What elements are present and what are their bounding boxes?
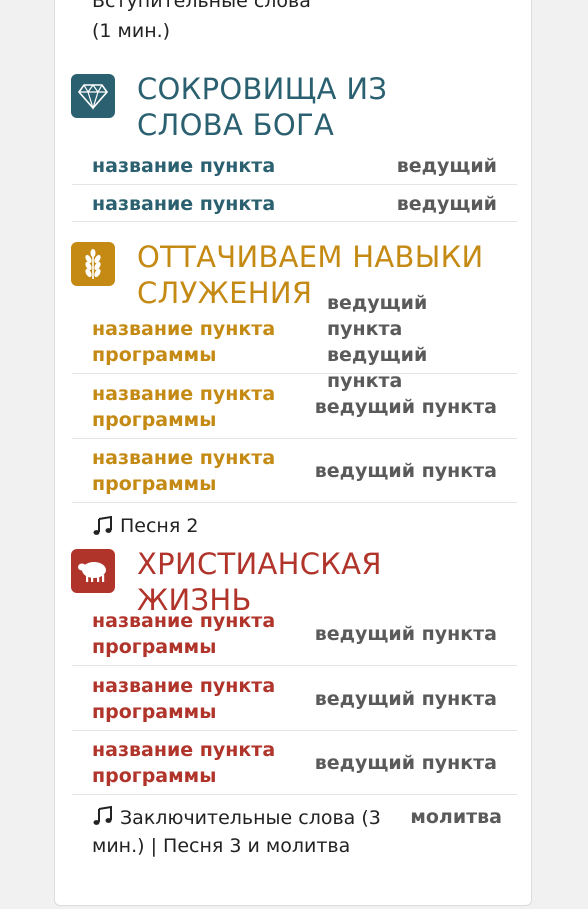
closing-row: Заключительные слова (3 мин.) | Песня 3 … <box>92 804 502 860</box>
program-host: ведущий пункта <box>314 687 497 710</box>
section-title-treasures: СОКРОВИЩА ИЗ СЛОВА БОГА <box>137 72 388 142</box>
table-row: название пункта программы ведущий пункта <box>72 667 517 731</box>
music-note-icon <box>93 805 112 825</box>
table-row: название пункта программы ведущий пункта <box>72 732 517 795</box>
program-item: название пункта программы <box>92 382 276 431</box>
program-host: ведущий пункта <box>314 460 497 482</box>
program-item: название пункта программы <box>92 609 276 658</box>
program-item: название пункта программы <box>92 317 276 366</box>
song-middle-label: Песня 2 <box>120 515 199 537</box>
program-host: ведущий <box>396 192 497 215</box>
program-host: ведущий пункта <box>314 622 497 645</box>
table-row: название пункта программы ведущий пункта… <box>72 292 517 392</box>
program-host: ведущий пункта <box>314 395 497 418</box>
intro-duration: (1 мин.) <box>92 20 171 42</box>
table-row: название пункта программы ведущий пункта <box>72 602 517 666</box>
program-item: название пункта программы <box>92 674 276 723</box>
closing-host: молитва <box>410 806 502 828</box>
diamond-icon <box>71 74 115 118</box>
table-row: название пункта ведущий <box>72 186 517 222</box>
program-host: ведущий пункта <box>314 752 497 774</box>
closing-text-block: Заключительные слова (3 мин.) | Песня 3 … <box>92 804 382 860</box>
music-note-icon <box>93 515 112 535</box>
intro-text: Вступительные слова (1 мин.) <box>92 0 352 46</box>
sheep-icon <box>71 549 115 593</box>
program-item: название пункта <box>92 192 276 215</box>
closing-text: Заключительные слова (3 мин.) | Песня 3 … <box>92 807 381 857</box>
table-row: название пункта программы ведущий пункта <box>72 440 517 503</box>
program-host: ведущий <box>396 154 497 177</box>
program-item: название пункта программы <box>92 447 276 495</box>
wheat-icon <box>71 242 115 286</box>
table-row: название пункта программы ведущий пункта <box>72 375 517 439</box>
song-middle: Песня 2 <box>92 513 198 539</box>
program-item: название пункта программы <box>92 739 276 787</box>
intro-line1: Вступительные слова <box>92 0 311 12</box>
section-treasures-header: СОКРОВИЩА ИЗ СЛОВА БОГА <box>71 71 497 143</box>
program-item: название пункта <box>92 154 276 177</box>
table-row: название пункта ведущий <box>72 147 517 185</box>
